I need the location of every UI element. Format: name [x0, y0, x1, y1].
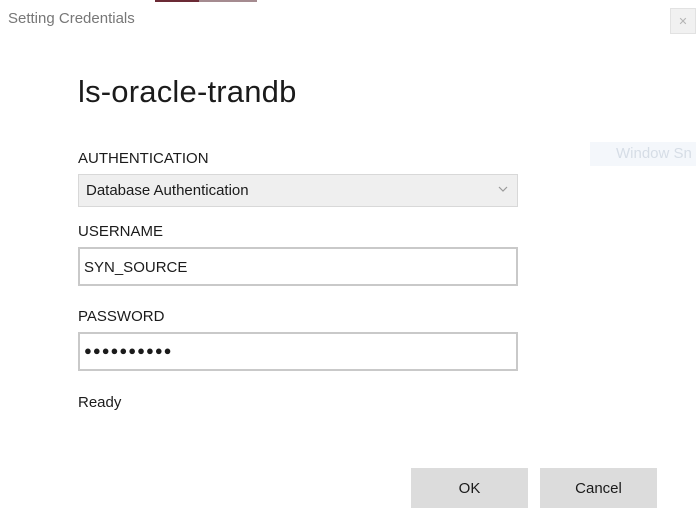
authentication-selected-value: Database Authentication [86, 182, 249, 199]
chevron-down-icon [498, 186, 508, 192]
credentials-dialog: Setting Credentials ✕ Window Sn ls-oracl… [0, 0, 696, 527]
status-text: Ready [78, 394, 122, 411]
dialog-heading: ls-oracle-trandb [78, 74, 297, 109]
username-value: SYN_SOURCE [84, 259, 188, 276]
password-masked-value: ●●●●●●●●●● [84, 343, 173, 358]
cancel-button[interactable]: Cancel [540, 468, 657, 508]
authentication-select[interactable]: Database Authentication [78, 174, 518, 207]
username-field[interactable]: SYN_SOURCE [78, 247, 518, 286]
password-field[interactable]: ●●●●●●●●●● [78, 332, 518, 371]
close-icon: ✕ [678, 15, 688, 28]
password-label: PASSWORD [78, 308, 165, 325]
window-title: Setting Credentials [8, 10, 135, 27]
close-button[interactable]: ✕ [670, 8, 696, 34]
ok-button[interactable]: OK [411, 468, 528, 508]
username-label: USERNAME [78, 223, 164, 240]
title-bar: Setting Credentials ✕ [0, 0, 696, 40]
background-window-label: Window Sn [590, 142, 696, 166]
authentication-label: AUTHENTICATION [78, 150, 209, 167]
